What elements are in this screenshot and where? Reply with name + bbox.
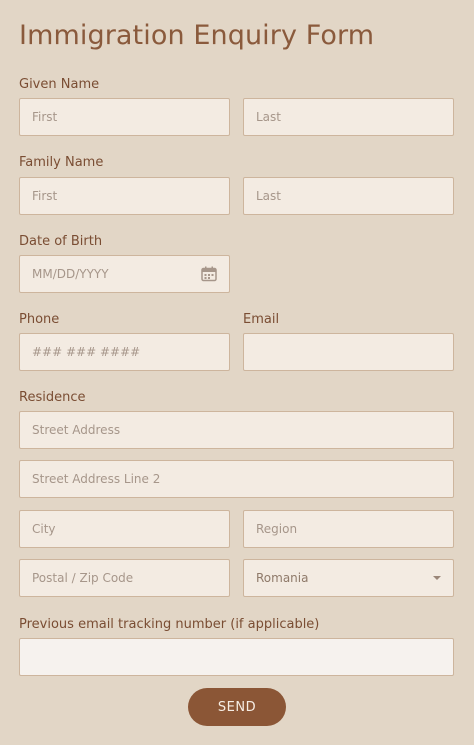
family-name-label: Family Name (19, 155, 104, 170)
country-select[interactable]: Romania (243, 559, 454, 597)
phone-input[interactable]: ### ### #### (19, 333, 230, 371)
region-placeholder: Region (256, 522, 298, 536)
family-name-first-input[interactable]: First (19, 177, 230, 215)
postal-code-placeholder: Postal / Zip Code (32, 571, 134, 585)
given-name-first-placeholder: First (32, 110, 58, 124)
dob-label: Date of Birth (19, 234, 103, 249)
phone-placeholder: ### ### #### (32, 345, 141, 359)
given-name-label: Given Name (19, 77, 100, 92)
street-address-line2-input[interactable]: Street Address Line 2 (19, 460, 454, 498)
calendar-icon[interactable] (201, 266, 217, 282)
phone-label: Phone (19, 312, 60, 327)
city-placeholder: City (32, 522, 56, 536)
send-button[interactable]: SEND (188, 688, 286, 726)
family-name-first-placeholder: First (32, 189, 58, 203)
dob-input[interactable]: MM/DD/YYYY (19, 255, 230, 293)
family-name-last-placeholder: Last (256, 189, 281, 203)
email-label: Email (243, 312, 280, 327)
city-input[interactable]: City (19, 510, 230, 548)
given-name-last-placeholder: Last (256, 110, 281, 124)
form-title: Immigration Enquiry Form (19, 20, 375, 51)
email-input[interactable] (243, 333, 454, 371)
tracking-number-input[interactable] (19, 638, 454, 676)
postal-code-input[interactable]: Postal / Zip Code (19, 559, 230, 597)
country-selected-value: Romania (256, 571, 309, 585)
immigration-enquiry-form: Immigration Enquiry Form Given Name Firs… (0, 0, 474, 745)
region-input[interactable]: Region (243, 510, 454, 548)
chevron-down-icon[interactable] (433, 576, 441, 580)
dob-placeholder: MM/DD/YYYY (32, 267, 109, 281)
street-address-placeholder: Street Address (32, 423, 121, 437)
given-name-last-input[interactable]: Last (243, 98, 454, 136)
residence-label: Residence (19, 390, 86, 405)
street-address-input[interactable]: Street Address (19, 411, 454, 449)
tracking-label: Previous email tracking number (if appli… (19, 617, 320, 632)
given-name-first-input[interactable]: First (19, 98, 230, 136)
family-name-last-input[interactable]: Last (243, 177, 454, 215)
street-address-line2-placeholder: Street Address Line 2 (32, 472, 161, 486)
